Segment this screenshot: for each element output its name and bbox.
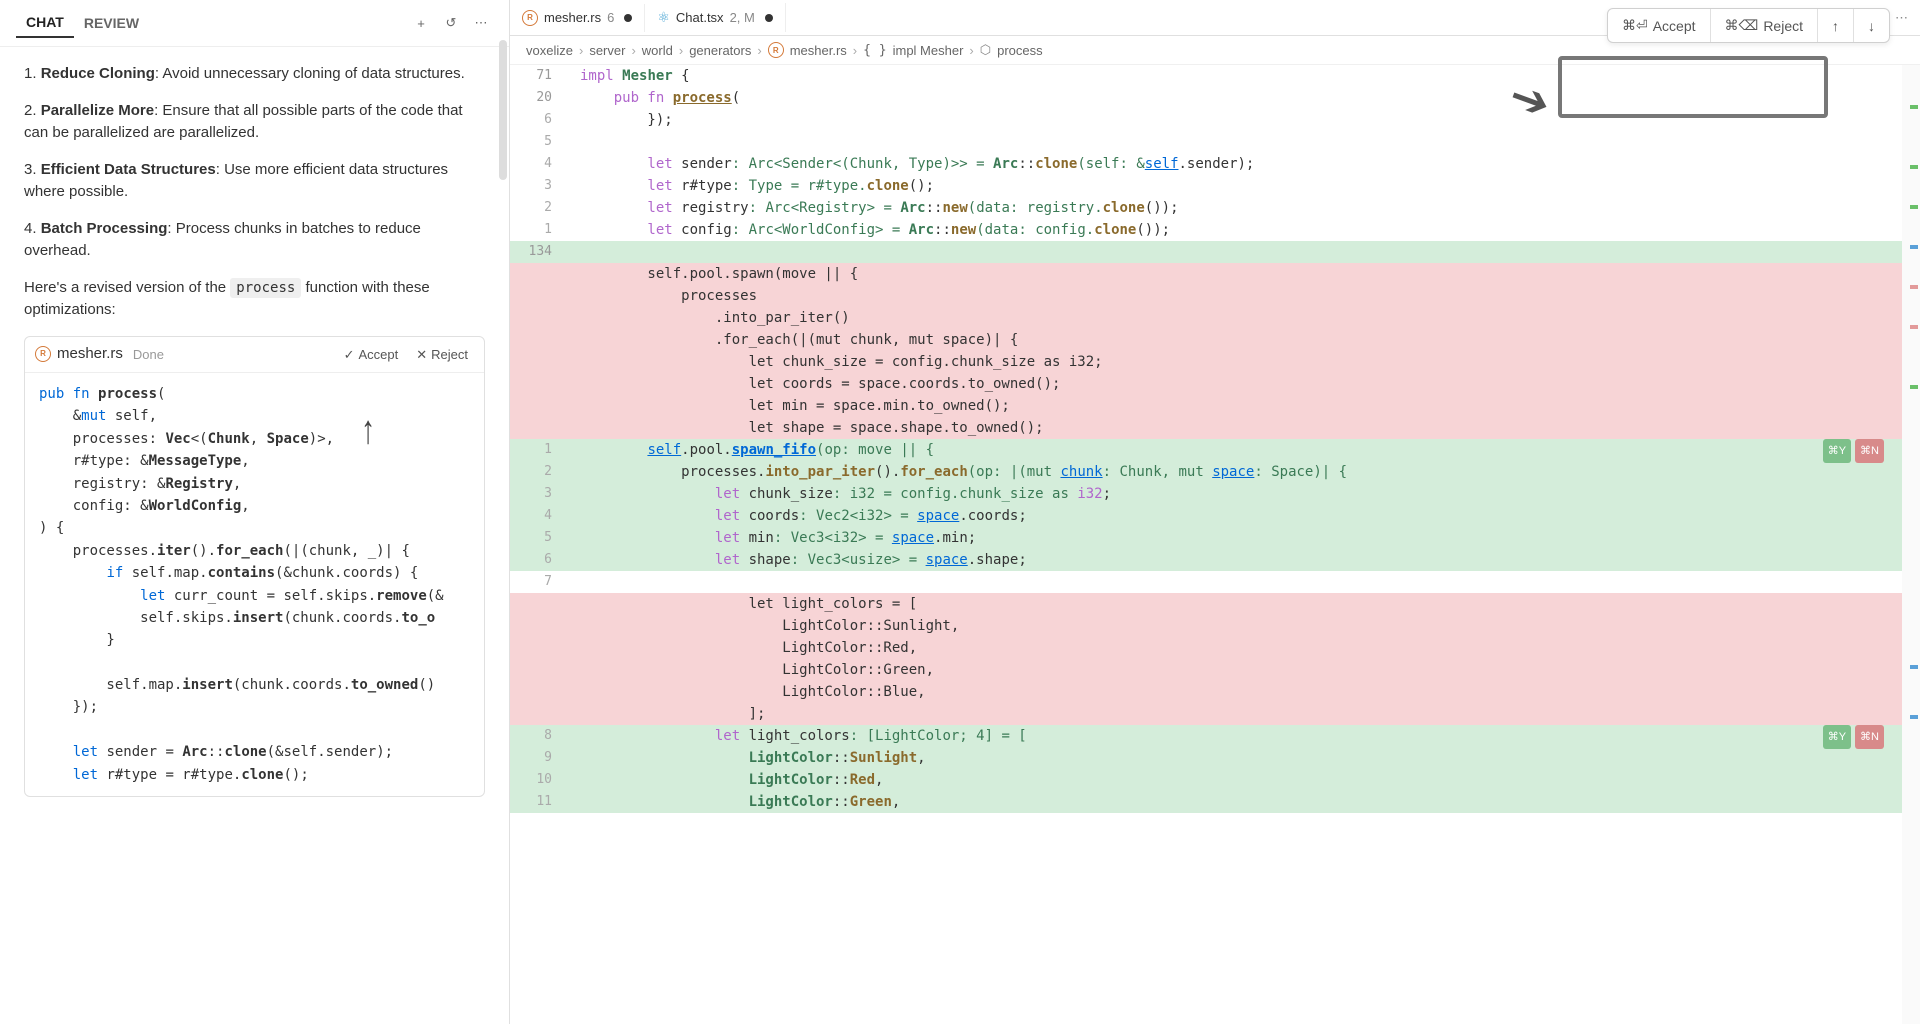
tab-label: mesher.rs [544,10,601,25]
breadcrumb-item[interactable]: process [997,43,1043,58]
line-number: 3 [510,175,570,197]
line-number: 3 [510,483,570,505]
dirty-indicator-icon [765,14,773,22]
editor-tab-chat[interactable]: ⚛ Chat.tsx 2, M [645,3,786,32]
btn-label: Reject [1763,18,1803,34]
accept-button[interactable]: ✓Accept [338,343,405,367]
list-title: Reduce Cloning [41,65,155,82]
breadcrumb-item[interactable]: world [642,43,673,58]
next-diff-button[interactable]: ↓ [1854,9,1889,42]
tab-count: 6 [607,10,614,25]
reject-label: Reject [431,345,468,365]
breadcrumb-item[interactable]: generators [689,43,751,58]
suggestion-code: pub fn process( &mut self, processes: Ve… [25,373,484,796]
breadcrumb-item[interactable]: server [589,43,625,58]
list-title: Efficient Data Structures [41,161,216,178]
cube-icon: ⬡ [980,42,991,58]
chat-sidebar: CHAT REVIEW + ↺ ⋯ 1. Reduce Cloning: Avo… [0,0,510,1024]
list-title: Parallelize More [41,102,154,119]
line-number: 10 [510,769,570,791]
code-suggestion-card: R mesher.rs Done ✓Accept ✕Reject pub fn … [24,336,485,798]
plus-icon[interactable]: + [409,11,433,35]
line-number: 71 [510,65,570,87]
accept-label: Accept [358,345,398,365]
editor-tab-mesher[interactable]: R mesher.rs 6 [510,4,645,32]
tab-chat[interactable]: CHAT [16,8,74,38]
diff-badges: ⌘Y⌘N [1823,439,1884,463]
line-number: 6 [510,109,570,131]
tab-review[interactable]: REVIEW [74,9,149,37]
breadcrumb-item[interactable]: mesher.rs [790,43,847,58]
chat-content: 1. Reduce Cloning: Avoid unnecessary clo… [0,47,509,1024]
list-num: 3. [24,161,41,178]
line-number: 2 [510,461,570,483]
suggestion-status: Done [133,345,164,365]
editor-main: R mesher.rs 6 ⚛ Chat.tsx 2, M ↺ ⟲ ⤺ ⤻ ▷ … [510,0,1920,1024]
check-icon: ✓ [344,345,355,365]
reject-button[interactable]: ✕Reject [410,343,474,367]
sidebar-tabs: CHAT REVIEW + ↺ ⋯ [0,0,509,47]
minimap[interactable] [1902,65,1920,1024]
list-text: : Avoid unnecessary cloning of data stru… [155,65,465,82]
accept-kbd-badge[interactable]: ⌘Y [1823,725,1851,749]
line-number: 1 [510,439,570,461]
reject-kbd-badge[interactable]: ⌘N [1855,725,1884,749]
line-number: 11 [510,791,570,813]
line-number: 6 [510,549,570,571]
accept-kbd-badge[interactable]: ⌘Y [1823,439,1851,463]
tab-label: Chat.tsx [676,10,724,25]
history-icon[interactable]: ↺ [439,11,463,35]
line-number: 5 [510,527,570,549]
intro-text: Here's a revised version of the [24,279,230,296]
line-number: 2 [510,197,570,219]
brace-icon: { } [863,43,886,58]
inline-accept-button[interactable]: ⌘⏎ Accept [1608,9,1711,42]
list-title: Batch Processing [41,220,168,237]
suggestion-filename[interactable]: mesher.rs [57,343,123,366]
rust-file-icon: R [522,10,538,26]
list-num: 4. [24,220,41,237]
line-number: 5 [510,131,570,153]
kbd-hint: ⌘⌫ [1725,17,1759,34]
btn-label: Accept [1653,18,1696,34]
rust-file-icon: R [35,346,51,362]
inline-diff-toolbar: ⌘⏎ Accept ⌘⌫Reject ↑ ↓ [1607,8,1890,43]
inline-code: process [230,278,301,298]
kbd-hint: ⌘⏎ [1622,17,1648,34]
more-icon[interactable]: ⋯ [469,11,493,35]
line-number: 8 [510,725,570,747]
diff-badges: ⌘Y⌘N [1823,725,1884,749]
list-num: 1. [24,65,41,82]
line-number: 4 [510,505,570,527]
react-file-icon: ⚛ [657,9,670,26]
breadcrumb-item[interactable]: voxelize [526,43,573,58]
more-icon[interactable]: ⋯ [1895,10,1908,26]
list-num: 2. [24,102,41,119]
line-number: 1 [510,219,570,241]
scrollbar[interactable] [499,40,507,180]
close-icon: ✕ [416,345,427,365]
breadcrumb-item[interactable]: impl Mesher [893,43,964,58]
dirty-indicator-icon [624,14,632,22]
arrow-up-icon: ↑ [361,400,375,460]
line-number: 134 [510,241,570,263]
inline-reject-button[interactable]: ⌘⌫Reject [1711,9,1818,42]
prev-diff-button[interactable]: ↑ [1818,9,1854,42]
suggestion-header: R mesher.rs Done ✓Accept ✕Reject [25,337,484,374]
reject-kbd-badge[interactable]: ⌘N [1855,439,1884,463]
line-number: 20 [510,87,570,109]
code-editor[interactable]: 71impl Mesher { 20 pub fn process( 6 });… [510,65,1920,1024]
line-number: 7 [510,571,570,593]
line-number: 4 [510,153,570,175]
rust-file-icon: R [768,42,784,58]
line-number: 9 [510,747,570,769]
tab-count: 2, M [730,10,755,25]
